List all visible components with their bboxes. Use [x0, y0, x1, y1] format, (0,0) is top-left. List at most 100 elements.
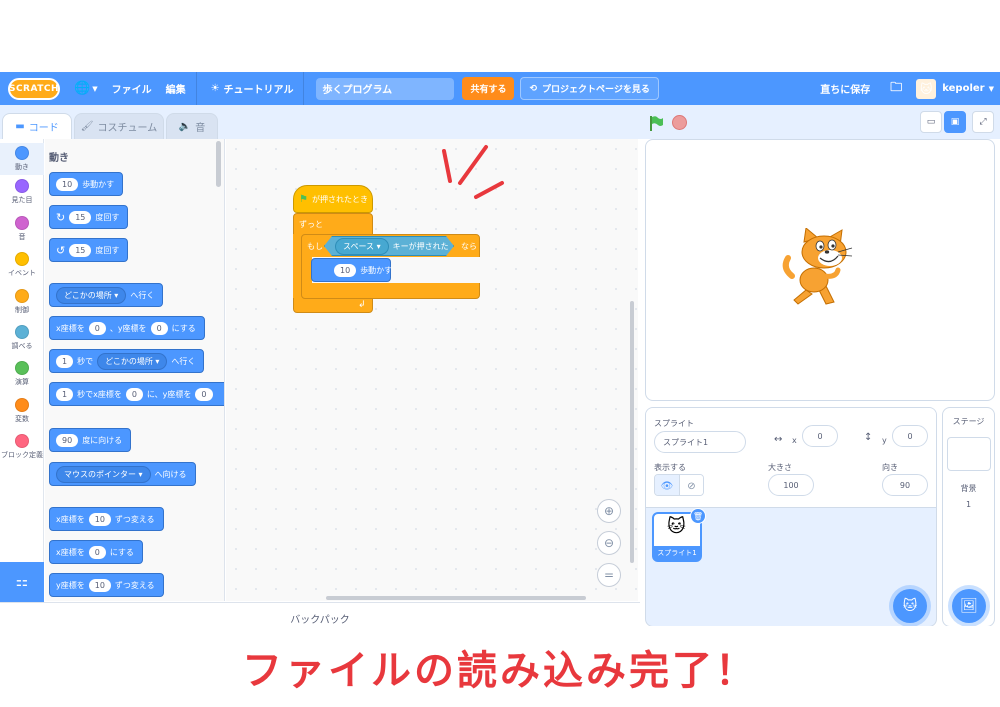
script-scrollbar-vertical[interactable]	[630, 301, 634, 563]
tab-sounds[interactable]: 🔈 音	[166, 113, 218, 139]
choose-backdrop-button[interactable]: 🖼	[952, 589, 986, 623]
small-stage-icon: ▭	[926, 117, 936, 127]
input-direction[interactable]: 90	[56, 433, 79, 447]
green-flag-icon[interactable]	[648, 115, 664, 131]
category-events[interactable]: イベント	[0, 252, 44, 278]
move-steps-block[interactable]: 10 歩動かす	[311, 258, 392, 282]
see-project-page-button[interactable]: ⟲ プロジェクトページを見る	[520, 77, 659, 100]
category-variables[interactable]: 変数	[0, 398, 44, 424]
language-menu[interactable]: 🌐 ▼	[74, 81, 98, 96]
backpack-label: バックパック	[290, 615, 350, 626]
cat-sprite[interactable]	[780, 228, 860, 310]
script-area[interactable]: ⚑ が押されたとき ずっと ↲ もし スペース ▾ キーが押された なら 10 …	[226, 139, 638, 601]
category-control[interactable]: 制御	[0, 289, 44, 315]
block-move-steps[interactable]: 10 歩動かす	[49, 172, 124, 196]
when-flag-clicked-block[interactable]: ⚑ が押されたとき	[293, 185, 373, 213]
category-looks[interactable]: 見た目	[0, 179, 44, 205]
sound-dot-icon	[15, 216, 29, 230]
goto-dropdown[interactable]: どこかの場所 ▾	[56, 286, 127, 304]
block-text: が押されたとき	[311, 194, 368, 204]
block-set-x[interactable]: x座標を 0 にする	[49, 540, 143, 564]
chevron-down-icon[interactable]: ▼	[989, 85, 994, 93]
sprite-x-input[interactable]: 0	[802, 425, 838, 447]
show-eye-button[interactable]: 👁	[655, 475, 679, 495]
point-towards-dropdown[interactable]: マウスのポインター ▾	[56, 465, 151, 483]
username[interactable]: kepoler	[942, 83, 984, 94]
emphasis-line	[458, 145, 488, 185]
edit-menu[interactable]: 編集	[166, 81, 186, 96]
input-dx[interactable]: 10	[88, 512, 111, 526]
add-extension-button[interactable]: ⚏	[0, 562, 44, 602]
key-pressed-sensing-block[interactable]: スペース ▾ キーが押された	[324, 236, 454, 256]
glide-dropdown[interactable]: どこかの場所 ▾	[97, 352, 168, 370]
backpack[interactable]: バックパック	[0, 602, 640, 626]
block-change-x[interactable]: x座標を 10 ずつ変える	[49, 507, 164, 531]
tutorials-label: チュートリアル	[223, 85, 294, 96]
block-glide-to[interactable]: 1 秒で どこかの場所 ▾ へ行く	[49, 349, 205, 373]
input-degrees[interactable]: 15	[69, 243, 92, 257]
input-steps[interactable]: 10	[334, 263, 357, 277]
category-label: 動き	[15, 163, 29, 171]
sprite-name-input[interactable]: スプライト1	[654, 431, 746, 453]
avatar[interactable]: 🐱	[916, 78, 937, 99]
project-title-input[interactable]: 歩くプログラム	[316, 77, 455, 100]
input-seconds[interactable]: 1	[56, 354, 74, 368]
block-turn-right[interactable]: ↻ 15 度回す	[49, 205, 129, 229]
script-scrollbar-horizontal[interactable]	[326, 596, 586, 600]
stage[interactable]	[645, 139, 995, 401]
zoom-out-button[interactable]: ⊖	[597, 531, 621, 555]
zoom-in-button[interactable]: ⊕	[597, 499, 621, 523]
block-text: 度回す	[95, 245, 120, 255]
input-x[interactable]: 0	[125, 387, 143, 401]
share-button[interactable]: 共有する	[462, 77, 515, 100]
block-go-to[interactable]: どこかの場所 ▾ へ行く	[49, 283, 164, 307]
category-operators[interactable]: 演算	[0, 361, 44, 387]
eye-slash-icon: ⊘	[687, 480, 696, 492]
normal-stage-button[interactable]: ▣	[944, 111, 966, 133]
file-menu[interactable]: ファイル	[112, 81, 152, 96]
input-dy[interactable]: 10	[88, 578, 111, 592]
input-y[interactable]: 0	[150, 321, 168, 335]
input-x[interactable]: 0	[88, 321, 106, 335]
sprite-y-input[interactable]: 0	[892, 425, 928, 447]
block-change-y[interactable]: y座標を 10 ずつ変える	[49, 573, 164, 597]
block-text: 秒でx座標を	[77, 389, 122, 399]
tutorials-button[interactable]: ☀ チュートリアル	[211, 81, 294, 96]
delete-sprite-button[interactable]: 🗑	[690, 508, 706, 524]
key-dropdown[interactable]: スペース ▾	[335, 238, 389, 255]
palette-scrollbar[interactable]	[216, 141, 221, 187]
tab-code[interactable]: ▬ コード	[2, 113, 72, 139]
save-now-button[interactable]: 直ちに保存	[820, 81, 870, 96]
input-y[interactable]: 0	[195, 387, 213, 401]
block-point-in-direction[interactable]: 90 度に向ける	[49, 428, 132, 452]
stop-icon[interactable]	[672, 115, 687, 130]
block-go-to-xy[interactable]: x座標を 0 、y座標を 0 にする	[49, 316, 205, 340]
scratch-logo[interactable]: SCRATCH	[8, 77, 60, 100]
block-text: ずつ変える	[114, 580, 155, 590]
category-sound[interactable]: 音	[0, 216, 44, 242]
dropdown-value: どこかの場所	[105, 356, 153, 366]
sprite-direction-input[interactable]: 90	[882, 474, 928, 496]
category-my-blocks[interactable]: ブロック定義	[0, 434, 44, 460]
block-turn-left[interactable]: ↺ 15 度回す	[49, 238, 129, 262]
category-motion[interactable]: 動き	[0, 143, 44, 175]
tab-costumes[interactable]: 🖌 コスチューム	[74, 113, 164, 139]
folder-icon[interactable]: 🗀	[890, 78, 902, 99]
category-sensing[interactable]: 調べる	[0, 325, 44, 351]
stage-thumbnail[interactable]	[946, 437, 991, 471]
block-point-towards[interactable]: マウスのポインター ▾ へ向ける	[49, 462, 196, 486]
stage-selector[interactable]: ステージ 背景 1 🖼	[942, 407, 995, 627]
fullscreen-button[interactable]: ⤢	[972, 111, 994, 133]
input-x[interactable]: 0	[88, 545, 106, 559]
sprite-size-input[interactable]: 100	[768, 474, 814, 496]
input-seconds[interactable]: 1	[56, 387, 74, 401]
input-steps[interactable]: 10	[56, 177, 79, 191]
input-degrees[interactable]: 15	[69, 210, 92, 224]
sprite-thumbnail-label: スプライト1	[654, 546, 700, 560]
hide-eye-button[interactable]: ⊘	[678, 475, 703, 495]
block-glide-to-xy[interactable]: 1 秒でx座標を 0 に、y座標を 0	[49, 382, 224, 406]
zoom-reset-button[interactable]: =	[597, 563, 621, 587]
sprite-thumbnail[interactable]: 🐱 スプライト1 🗑	[652, 508, 706, 562]
choose-sprite-button[interactable]: 🐱	[893, 589, 927, 623]
small-stage-button[interactable]: ▭	[920, 111, 942, 133]
